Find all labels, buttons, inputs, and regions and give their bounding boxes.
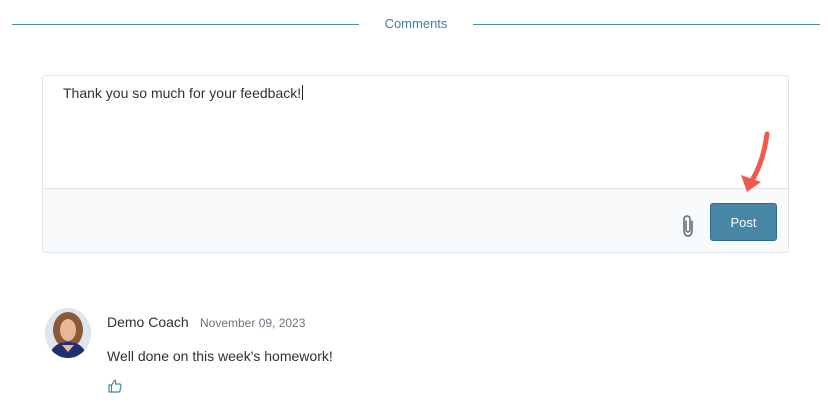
comment-input-text: Thank you so much for your feedback! bbox=[63, 85, 302, 101]
comment-composer: Thank you so much for your feedback! Pos… bbox=[42, 75, 789, 253]
comment-text: Well done on this week's homework! bbox=[107, 348, 333, 364]
annotation-arrow bbox=[735, 130, 775, 198]
comments-page: Comments Thank you so much for your feed… bbox=[0, 0, 828, 413]
post-button[interactable]: Post bbox=[710, 203, 777, 241]
comments-section-header: Comments bbox=[12, 14, 820, 34]
divider-left bbox=[12, 24, 359, 25]
avatar bbox=[45, 308, 91, 358]
comment-item: Demo Coach November 09, 2023 Well done o… bbox=[45, 308, 805, 403]
thumbs-up-icon[interactable] bbox=[107, 378, 123, 394]
text-caret bbox=[302, 85, 304, 100]
divider-right bbox=[473, 24, 820, 25]
comment-author[interactable]: Demo Coach bbox=[107, 314, 189, 330]
comment-input[interactable]: Thank you so much for your feedback! bbox=[43, 76, 788, 189]
section-title: Comments bbox=[384, 16, 448, 31]
paperclip-icon[interactable] bbox=[680, 214, 698, 238]
comment-date: November 09, 2023 bbox=[200, 316, 306, 330]
